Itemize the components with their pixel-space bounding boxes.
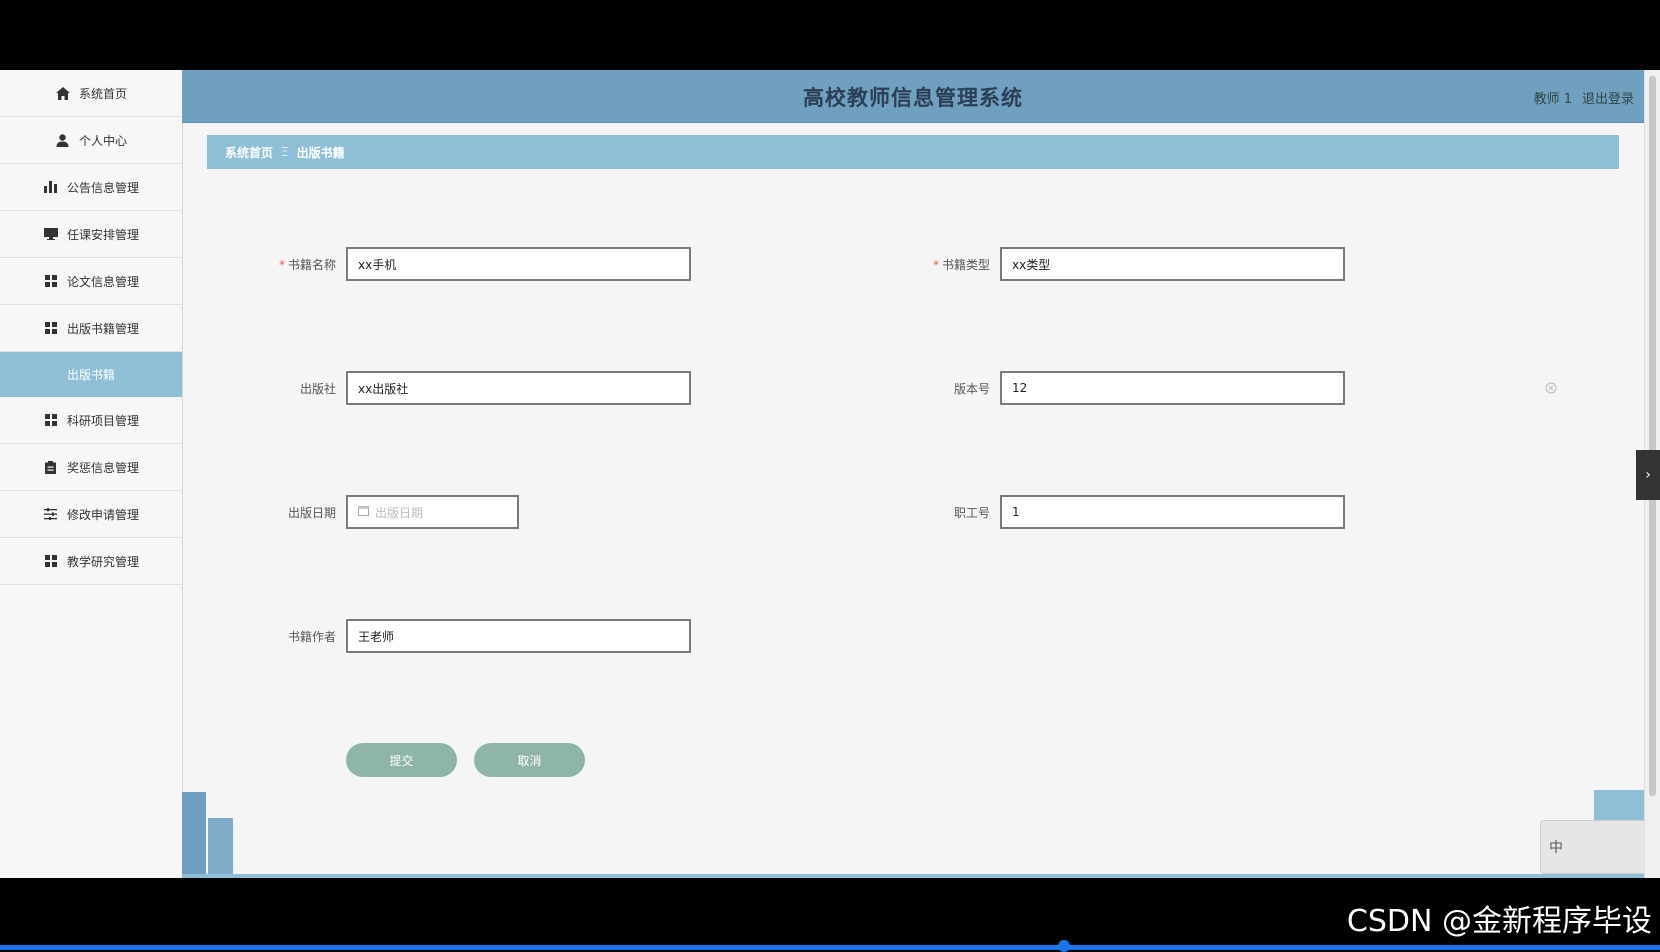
- sidebar-item-home[interactable]: 系统首页: [0, 70, 182, 117]
- user-name: 教师 1: [1533, 92, 1572, 107]
- page-title: 高校教师信息管理系统: [803, 86, 1023, 110]
- breadcrumb-home[interactable]: 系统首页: [225, 144, 273, 161]
- sidebar-item-label: 任课安排管理: [66, 227, 139, 242]
- publish-date-label: 出版日期: [287, 505, 336, 520]
- clipboard-icon: [43, 460, 59, 474]
- logout-link[interactable]: 退出登录: [1582, 92, 1634, 107]
- sidebar-item-teaching[interactable]: 教学研究管理: [0, 538, 182, 585]
- cancel-button[interactable]: 取消: [474, 743, 585, 777]
- book-type-field: * 书籍类型 xx类型: [920, 247, 1345, 281]
- sidebar-item-label: 教学研究管理: [66, 554, 139, 569]
- sliders-icon: [43, 507, 59, 521]
- breadcrumb: 系统首页 Ξ 出版书籍: [207, 135, 1619, 169]
- publisher-field: 出版社 xx出版社: [266, 371, 691, 405]
- employee-id-input[interactable]: 1: [1000, 495, 1345, 529]
- monitor-icon: [43, 227, 59, 241]
- publisher-label: 出版社: [299, 381, 336, 396]
- breadcrumb-separator: Ξ: [281, 145, 289, 159]
- sidebar-item-profile[interactable]: 个人中心: [0, 117, 182, 164]
- employee-id-field: 职工号 1: [920, 495, 1345, 529]
- scroll-thumb[interactable]: [1649, 76, 1656, 796]
- ime-widget[interactable]: 中: [1540, 820, 1658, 874]
- grid-icon: [43, 554, 59, 568]
- submit-button[interactable]: 提交: [346, 743, 457, 777]
- grid-icon: [43, 321, 59, 335]
- book-type-label: * 书籍类型: [932, 257, 990, 272]
- employee-id-label: 职工号: [953, 505, 990, 520]
- grid-icon: [43, 413, 59, 427]
- sidebar-item-notice[interactable]: 公告信息管理: [0, 164, 182, 211]
- user-area: 教师 1 退出登录: [1534, 88, 1644, 107]
- sidebar-item-research[interactable]: 科研项目管理: [0, 397, 182, 444]
- author-label: 书籍作者: [287, 629, 336, 644]
- sidebar-item-label: 公告信息管理: [66, 180, 139, 195]
- top-header: 高校教师信息管理系统 教师 1 退出登录: [182, 70, 1644, 123]
- publish-date-picker[interactable]: 出版日期: [346, 495, 519, 529]
- sidebar-item-label: 出版书籍: [66, 368, 115, 382]
- video-progress-bar[interactable]: [0, 945, 1660, 950]
- decor-block: [182, 792, 206, 878]
- sidebar-item-book-management[interactable]: 出版书籍管理: [0, 305, 182, 352]
- edition-field: 版本号 12: [920, 371, 1345, 405]
- breadcrumb-current: 出版书籍: [296, 145, 345, 160]
- edition-input[interactable]: 12: [1000, 371, 1345, 405]
- author-input[interactable]: 王老师: [346, 619, 691, 653]
- bar-chart-icon: [43, 180, 59, 194]
- book-name-input[interactable]: xx手机: [346, 247, 691, 281]
- author-field: 书籍作者 王老师: [266, 619, 691, 653]
- chevron-right-icon: ›: [1645, 467, 1651, 483]
- decor-block: [208, 818, 233, 878]
- decor-strip: [182, 874, 1644, 878]
- book-name-field: * 书籍名称 xx手机: [266, 247, 691, 281]
- sidebar-item-course[interactable]: 任课安排管理: [0, 211, 182, 258]
- sidebar-item-label: 论文信息管理: [66, 274, 139, 289]
- calendar-icon: [358, 505, 369, 519]
- video-progress-handle[interactable]: [1058, 940, 1070, 952]
- watermark: CSDN @金新程序毕设: [1346, 904, 1652, 939]
- publisher-input[interactable]: xx出版社: [346, 371, 691, 405]
- edition-label: 版本号: [953, 381, 990, 396]
- sidebar-item-label: 个人中心: [78, 133, 127, 148]
- grid-icon: [43, 274, 59, 288]
- ime-label: 中: [1549, 840, 1563, 856]
- publish-date-placeholder: 出版日期: [375, 505, 424, 520]
- sidebar-item-label: 系统首页: [78, 86, 127, 101]
- home-icon: [55, 86, 71, 100]
- user-icon: [55, 133, 71, 147]
- book-name-label: * 书籍名称: [278, 257, 336, 272]
- sidebar-item-change-request[interactable]: 修改申请管理: [0, 491, 182, 538]
- sidebar-item-label: 出版书籍管理: [66, 321, 139, 336]
- sidebar-item-reward[interactable]: 奖惩信息管理: [0, 444, 182, 491]
- sidebar-item-label: 修改申请管理: [66, 507, 139, 522]
- sidebar: 系统首页 个人中心 公告信息管理 任课安排管理 论文信息管理 出版书籍管理 出版…: [0, 70, 183, 878]
- sidebar-item-paper[interactable]: 论文信息管理: [0, 258, 182, 305]
- app-window: 系统首页 个人中心 公告信息管理 任课安排管理 论文信息管理 出版书籍管理 出版…: [0, 70, 1660, 878]
- sidebar-item-label: 科研项目管理: [66, 413, 139, 428]
- sidebar-subitem-books[interactable]: 出版书籍: [0, 352, 182, 397]
- publish-date-field: 出版日期 出版日期: [266, 495, 519, 529]
- clear-icon[interactable]: [1545, 379, 1557, 394]
- book-type-input[interactable]: xx类型: [1000, 247, 1345, 281]
- side-expand-tab[interactable]: ›: [1636, 450, 1660, 500]
- sidebar-item-label: 奖惩信息管理: [66, 460, 139, 475]
